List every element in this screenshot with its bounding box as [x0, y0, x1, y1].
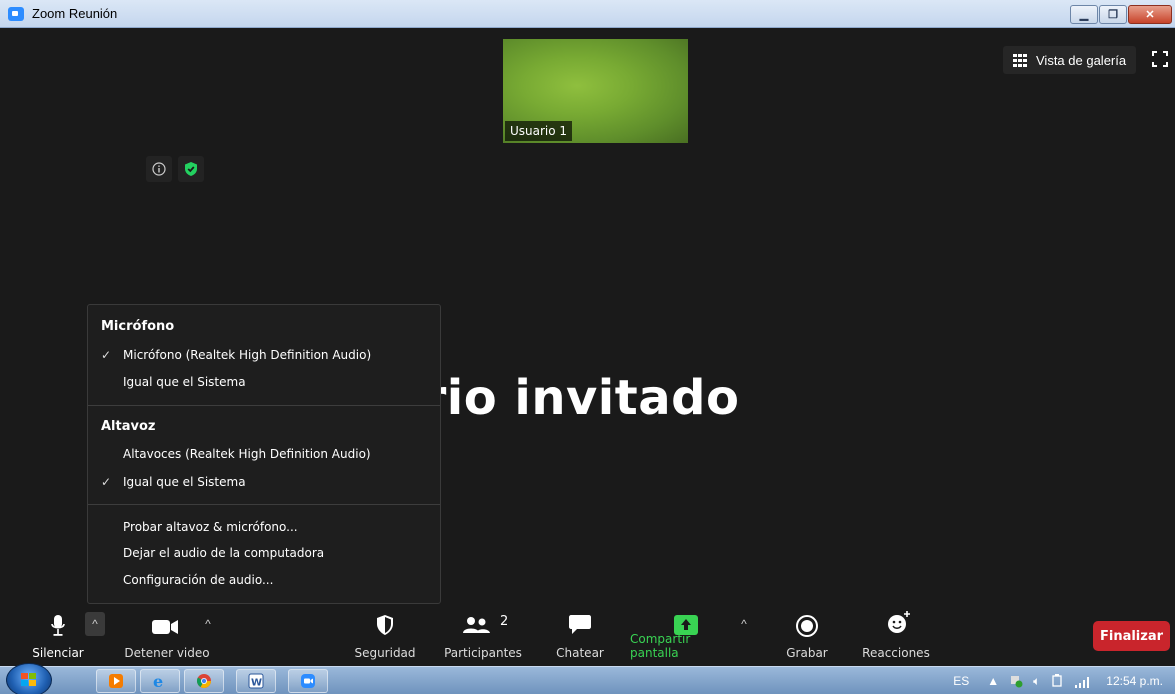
reactions-label: Reacciones	[862, 646, 930, 660]
menu-item-speaker-same-as-system[interactable]: ✓ Igual que el Sistema	[101, 469, 430, 495]
menu-item-label: Igual que el Sistema	[123, 375, 246, 389]
zoom-window: Zoom Reunión ▁ ❐ ✕ Usuario 1 Vista de ga…	[0, 0, 1175, 694]
reactions-smiley-icon	[888, 611, 910, 633]
fullscreen-icon[interactable]	[1152, 51, 1168, 67]
video-label: Detener video	[124, 646, 210, 660]
title-bar: Zoom Reunión ▁ ❐ ✕	[0, 0, 1175, 28]
menu-item-label: Micrófono (Realtek High Definition Audio…	[123, 348, 372, 362]
menu-item-leave-computer-audio[interactable]: Dejar el audio de la computadora	[101, 540, 430, 566]
check-icon: ✓	[101, 475, 112, 489]
maximize-button[interactable]: ❐	[1099, 5, 1127, 24]
svg-text:W: W	[251, 678, 262, 689]
meeting-toolbar: Silenciar ^ Detener video ^ Seguridad 2 …	[0, 608, 1175, 666]
power-icon[interactable]	[1050, 674, 1064, 689]
menu-item-speaker-realtek[interactable]: Altavoces (Realtek High Definition Audio…	[101, 441, 430, 467]
zoom-app-icon	[8, 7, 24, 21]
signal-strength-icon[interactable]	[1074, 674, 1090, 688]
chat-label: Chatear	[556, 646, 604, 660]
share-screen-button[interactable]: Compartir pantalla	[630, 608, 740, 666]
share-options-caret[interactable]: ^	[734, 612, 754, 636]
security-button[interactable]: Seguridad	[350, 608, 420, 666]
microphone-section-header: Micrófono	[101, 319, 175, 334]
clock-time[interactable]: 12:54 p.m.	[1106, 674, 1163, 688]
volume-icon[interactable]: 🔈︎	[1033, 674, 1040, 689]
taskbar-zoom-icon[interactable]	[288, 669, 328, 693]
grid-icon	[1013, 53, 1028, 67]
minimize-button[interactable]: ▁	[1070, 5, 1098, 24]
speaker-section-header: Altavoz	[101, 419, 156, 434]
meeting-info-icons	[146, 156, 204, 182]
taskbar-word-icon[interactable]: W	[236, 669, 276, 693]
mute-label: Silenciar	[32, 646, 84, 660]
tray-expand-icon[interactable]: ▲	[987, 674, 999, 688]
encryption-shield-icon[interactable]	[178, 156, 204, 182]
info-icon[interactable]	[146, 156, 172, 182]
audio-options-caret[interactable]: ^	[85, 612, 105, 636]
start-button[interactable]	[6, 663, 52, 694]
menu-divider	[88, 504, 440, 505]
menu-item-microphone-same-as-system[interactable]: Igual que el Sistema	[101, 369, 430, 395]
record-button[interactable]: Grabar	[776, 608, 838, 666]
menu-item-label: Dejar el audio de la computadora	[123, 546, 325, 560]
record-icon	[796, 615, 818, 637]
gallery-view-label: Vista de galería	[1036, 52, 1127, 68]
end-meeting-button[interactable]: Finalizar	[1093, 621, 1170, 651]
windows-taskbar: e W ES ▲ 🔈︎ 12:54 p.m.	[0, 663, 1175, 694]
menu-divider	[88, 405, 440, 406]
share-screen-arrow-icon	[674, 615, 698, 635]
participants-count: 2	[500, 614, 509, 629]
participant-name-label: Usuario 1	[505, 121, 573, 141]
taskbar-media-player-icon[interactable]	[96, 669, 136, 693]
microphone-icon	[51, 615, 65, 636]
language-indicator[interactable]: ES	[953, 674, 969, 688]
menu-item-microphone-realtek[interactable]: ✓ Micrófono (Realtek High Definition Aud…	[101, 342, 430, 368]
share-label: Compartir pantalla	[630, 632, 691, 660]
video-camera-icon	[152, 620, 178, 634]
menu-item-label: Igual que el Sistema	[123, 475, 246, 489]
taskbar-chrome-icon[interactable]	[184, 669, 224, 693]
participants-label: Participantes	[444, 646, 522, 660]
window-title: Zoom Reunión	[32, 6, 118, 21]
video-options-caret[interactable]: ^	[198, 612, 218, 636]
security-label: Seguridad	[354, 646, 416, 660]
menu-item-label: Configuración de audio...	[123, 573, 274, 587]
menu-item-label: Probar altavoz & micrófono...	[123, 520, 298, 534]
participant-thumbnail[interactable]: Usuario 1	[503, 39, 688, 143]
security-shield-icon	[377, 615, 393, 635]
chat-button[interactable]: Chatear	[548, 608, 612, 666]
menu-item-label: Altavoces (Realtek High Definition Audio…	[123, 447, 371, 461]
reactions-button[interactable]: Reacciones	[855, 608, 937, 666]
system-tray: ES ▲ 🔈︎ 12:54 p.m.	[943, 667, 1175, 694]
taskbar-internet-explorer-icon[interactable]: e	[140, 669, 180, 693]
svg-text:e: e	[153, 672, 163, 690]
audio-options-menu: Micrófono ✓ Micrófono (Realtek High Defi…	[87, 304, 441, 604]
chat-bubble-icon	[569, 615, 591, 634]
menu-item-audio-settings[interactable]: Configuración de audio...	[101, 567, 430, 593]
check-icon: ✓	[101, 348, 112, 362]
network-shield-icon[interactable]	[1009, 674, 1023, 689]
record-label: Grabar	[786, 646, 828, 660]
close-button[interactable]: ✕	[1128, 5, 1172, 24]
participants-icon	[463, 617, 490, 633]
participants-button[interactable]: 2 Participantes	[440, 608, 526, 666]
menu-item-test-audio[interactable]: Probar altavoz & micrófono...	[101, 514, 430, 540]
gallery-view-button[interactable]: Vista de galería	[1003, 46, 1137, 74]
